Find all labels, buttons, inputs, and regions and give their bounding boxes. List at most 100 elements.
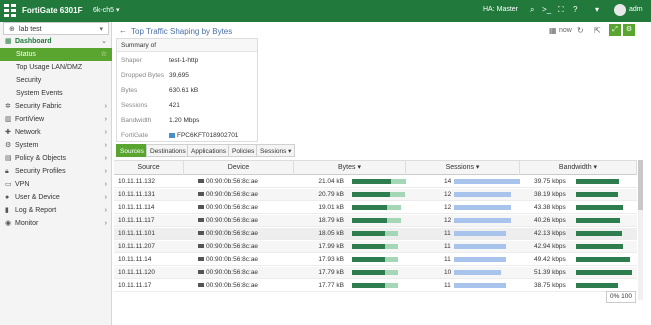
fullscreen-icon[interactable]: ⛶ [558, 5, 564, 15]
table-row[interactable]: 10.11.11.131 00:90:0b:56:8c:ae 20.79 kB 12 3… [114, 189, 637, 201]
cell-bytes: 19.01 kB [318, 204, 344, 211]
cell-source: 10.11.11.132 [118, 178, 155, 185]
refresh-icon[interactable]: ↻ [577, 26, 584, 35]
sidebar-item-vpn[interactable]: ▭ VPN › [0, 178, 112, 191]
dashboard-icon: ▦ [5, 38, 12, 45]
bandwidth-bar [576, 244, 623, 249]
sessions-bar-fill [454, 192, 511, 197]
back-arrow-icon[interactable]: ← [119, 26, 127, 35]
tab-destinations[interactable]: Destinations [146, 144, 190, 157]
star-icon[interactable]: ☆ [101, 48, 107, 61]
sessions-bar-fill [454, 244, 506, 249]
sessions-bar [454, 231, 520, 236]
user-name[interactable]: adm [629, 6, 643, 13]
scrollbar[interactable] [638, 160, 643, 300]
bandwidth-bar [576, 205, 623, 210]
table-row[interactable]: 10.11.11.114 00:90:0b:56:8c:ae 19.01 kB 12 4… [114, 202, 637, 214]
cell-source: 10.11.11.101 [118, 230, 155, 237]
sidebar-item-security[interactable]: Security [0, 74, 112, 87]
table-row[interactable]: 10.11.11.207 00:90:0b:56:8c:ae 17.99 kB 11 4… [114, 241, 637, 253]
sessions-bar [454, 257, 520, 262]
cli-icon[interactable]: >_ [542, 5, 551, 14]
sidebar-item-policy-objects[interactable]: ▤ Policy & Objects › [0, 152, 112, 165]
cell-bandwidth: 51.39 kbps [534, 269, 566, 276]
summary-panel: Summary of Shaper test-1-http Dropped By… [116, 38, 258, 142]
sidebar-item-dashboard[interactable]: ▦ Dashboard ⌄ [0, 35, 112, 48]
device-mac: 00:90:0b:56:8c:ae [206, 230, 259, 237]
col-sessions[interactable]: Sessions ▾ [406, 161, 520, 175]
cell-sessions: 12 [444, 191, 452, 198]
avatar[interactable] [614, 4, 626, 16]
device-icon [198, 218, 204, 223]
device-mac: 00:90:0b:56:8c:ae [206, 269, 259, 276]
vdom-selector[interactable]: 6k-ch5 ▾ [93, 6, 119, 14]
table-row[interactable]: 10.11.11.132 00:90:0b:56:8c:ae 21.04 kB 14 3… [114, 176, 637, 188]
fortigate-link[interactable]: FPC6KFT018902701 [169, 128, 238, 143]
expand-button[interactable]: ⤢ [609, 24, 621, 36]
scrollbar-thumb[interactable] [638, 160, 643, 210]
help-icon[interactable]: ? [573, 5, 577, 14]
search-icon[interactable]: ⌕ [530, 5, 534, 15]
tab-applications[interactable]: Applications [187, 144, 231, 157]
summary-row-bytes: Bytes 630.61 kB [121, 87, 199, 94]
sidebar-item-top-usage[interactable]: Top Usage LAN/DMZ [0, 61, 112, 74]
device-icon [198, 179, 204, 184]
cell-sessions: 11 [444, 256, 451, 263]
bandwidth-bar [576, 179, 619, 184]
col-bytes[interactable]: Bytes ▾ [294, 161, 406, 175]
external-link-icon[interactable]: ⇱ [594, 26, 601, 35]
bandwidth-bar [576, 231, 622, 236]
table-row[interactable]: 10.11.11.101 00:90:0b:56:8c:ae 18.05 kB 11 4… [114, 228, 637, 240]
cell-device: 00:90:0b:56:8c:ae [198, 228, 258, 240]
sessions-bar-fill [454, 283, 506, 288]
cell-bandwidth: 38.19 kbps [534, 191, 566, 198]
bandwidth-bar [576, 192, 618, 197]
table-header: Source Device Bytes ▾ Sessions ▾ Bandwid… [114, 161, 637, 175]
table-row[interactable]: 10.11.11.17 00:90:0b:56:8c:ae 17.77 kB 11 38… [114, 280, 637, 292]
table-row[interactable]: 10.11.11.14 00:90:0b:56:8c:ae 17.93 kB 11 49… [114, 254, 637, 266]
device-icon [198, 192, 204, 197]
user-icon: ● [5, 194, 10, 201]
vdom-select[interactable]: ⊕ lab test ▾ [3, 22, 109, 35]
sidebar-item-user-device[interactable]: ● User & Device › [0, 191, 112, 204]
sidebar-item-fortiview[interactable]: ▥ FortiView › [0, 113, 112, 126]
sessions-bar-fill [454, 231, 506, 236]
summary-header: Summary of [117, 39, 257, 52]
bytes-bar-dark [352, 244, 385, 249]
zoom-indicator: 0% 100 [606, 291, 636, 303]
cell-bytes: 17.99 kB [318, 243, 344, 250]
sidebar-item-log-report[interactable]: ▮ Log & Report › [0, 204, 112, 217]
col-source[interactable]: Source [114, 161, 184, 175]
sessions-bar-fill [454, 218, 511, 223]
chevron-right-icon: › [104, 168, 107, 175]
sidebar-item-status[interactable]: Status ☆ [0, 48, 112, 61]
table-row[interactable]: 10.11.11.120 00:90:0b:56:8c:ae 17.79 kB 10 5… [114, 267, 637, 279]
sidebar-item-system-events[interactable]: System Events [0, 87, 112, 100]
sidebar-item-security-fabric[interactable]: ✲ Security Fabric › [0, 100, 112, 113]
bytes-bar [352, 270, 406, 275]
cell-sessions: 11 [444, 243, 451, 250]
sidebar-item-network[interactable]: ✚ Network › [0, 126, 112, 139]
col-device[interactable]: Device [184, 161, 294, 175]
bell-icon[interactable]: ▾ [595, 5, 599, 14]
tab-policies[interactable]: Policies [228, 144, 259, 157]
bytes-bar [352, 192, 406, 197]
bytes-bar-dark [352, 270, 385, 275]
sidebar-item-system[interactable]: ⚙ System › [0, 139, 112, 152]
cell-sessions: 11 [444, 282, 451, 289]
sidebar-item-security-profiles[interactable]: 🔒︎ Security Profiles › [0, 165, 112, 178]
cell-sessions: 14 [444, 178, 452, 185]
device-icon [198, 257, 204, 262]
device-mac: 00:90:0b:56:8c:ae [206, 178, 259, 185]
sessions-bar [454, 283, 520, 288]
settings-button[interactable]: ⚙ [623, 24, 635, 36]
cell-bytes: 17.93 kB [318, 256, 344, 263]
chevron-right-icon: › [104, 207, 107, 214]
sidebar-item-monitor[interactable]: ◉ Monitor › [0, 217, 112, 230]
tab-sessions[interactable]: Sessions ▾ [256, 144, 296, 157]
sessions-bar-fill [454, 205, 511, 210]
tab-sources[interactable]: Sources [116, 144, 148, 157]
table-row[interactable]: 10.11.11.117 00:90:0b:56:8c:ae 18.79 kB 12 4… [114, 215, 637, 227]
cell-device: 00:90:0b:56:8c:ae [198, 241, 258, 253]
col-bandwidth[interactable]: Bandwidth ▾ [520, 161, 637, 175]
